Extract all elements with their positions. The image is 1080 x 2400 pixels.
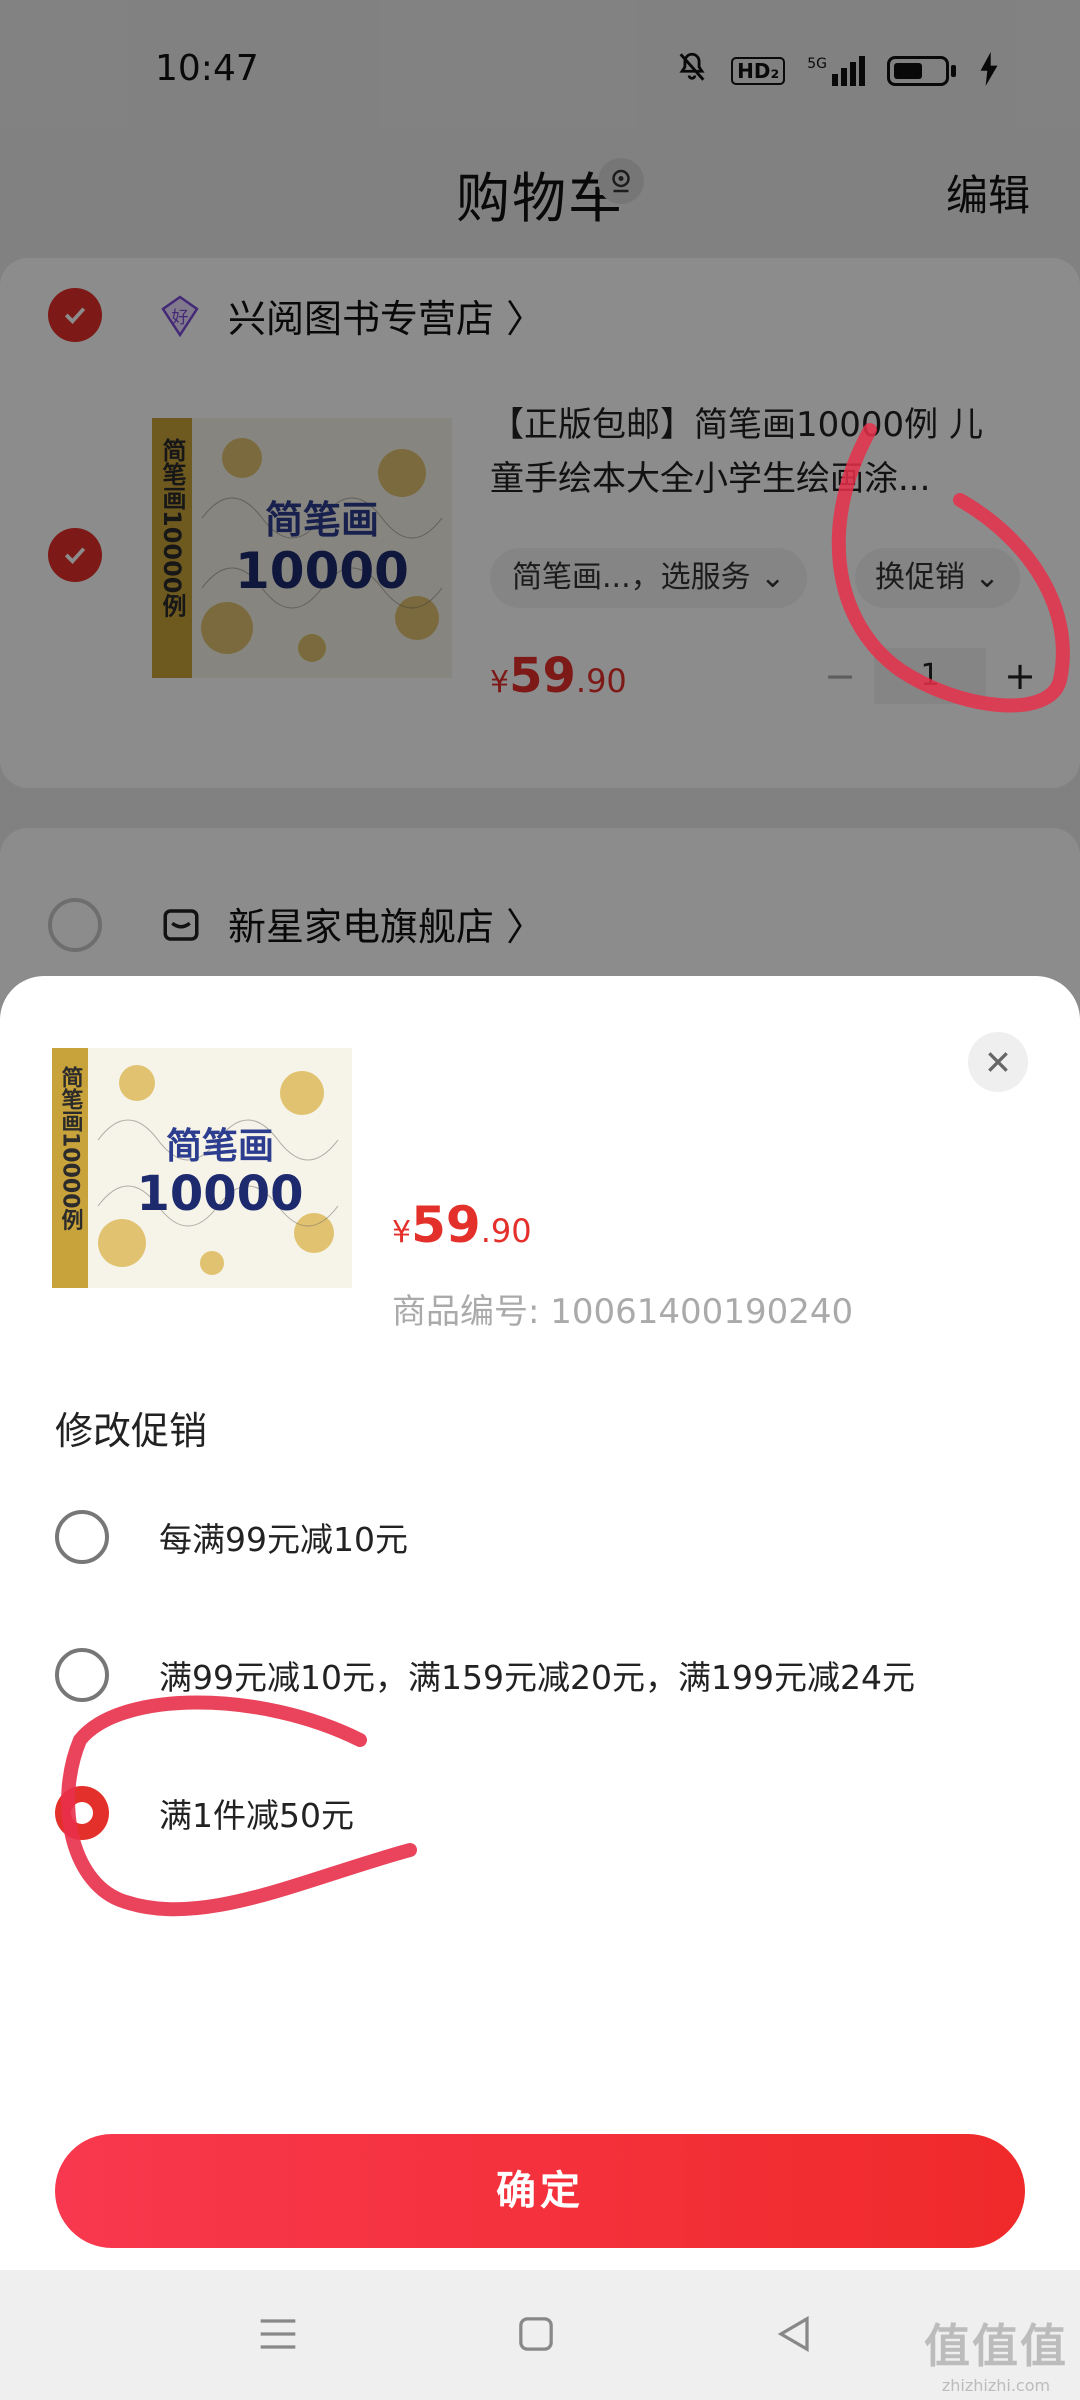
- product-sku: 商品编号: 10061400190240: [392, 1292, 854, 1332]
- radio-button[interactable]: [55, 1648, 109, 1702]
- watermark-main: 值值值: [924, 2319, 1068, 2373]
- menu-icon[interactable]: [252, 2308, 304, 2360]
- close-button[interactable]: [968, 1032, 1028, 1092]
- price-currency: ¥: [392, 1215, 412, 1250]
- book-cover-text: 简笔画: [166, 1126, 274, 1167]
- promo-bottom-sheet: 简笔画10000例 简笔画 10000 ¥59.90 商品编号: 1006140…: [0, 976, 1080, 2270]
- radio-button[interactable]: [55, 1510, 109, 1564]
- sheet-price: ¥59.90: [392, 1196, 532, 1254]
- close-icon: [988, 1052, 1008, 1072]
- price-decimal: .90: [480, 1212, 532, 1250]
- book-cover-number: 10000: [137, 1166, 304, 1222]
- promo-option-label: 每满99元减10元: [159, 1520, 408, 1559]
- product-image: 简笔画10000例 简笔画 10000: [52, 1048, 352, 1288]
- book-spine-text: 简笔画10000例: [58, 1065, 84, 1232]
- price-integer: 59: [411, 1196, 481, 1254]
- radio-button-selected[interactable]: [55, 1786, 109, 1840]
- watermark: 值值值 zhizhizhi.com: [924, 2310, 1068, 2395]
- promo-option-label: 满99元减10元，满159元减20元，满199元减24元: [159, 1658, 915, 1697]
- home-icon[interactable]: [510, 2308, 562, 2360]
- system-nav-bar: 值值值 zhizhizhi.com: [0, 2270, 1080, 2400]
- promo-option-1[interactable]: 每满99元减10元: [55, 1510, 408, 1564]
- promo-option-2[interactable]: 满99元减10元，满159元减20元，满199元减24元: [55, 1648, 915, 1702]
- section-title: 修改促销: [55, 1409, 208, 1453]
- confirm-button[interactable]: 确定: [55, 2134, 1025, 2248]
- watermark-sub: zhizhizhi.com: [941, 2376, 1051, 2395]
- promo-option-3[interactable]: 满1件减50元: [55, 1786, 354, 1840]
- back-icon[interactable]: [768, 2308, 820, 2360]
- promo-option-label: 满1件减50元: [159, 1796, 354, 1835]
